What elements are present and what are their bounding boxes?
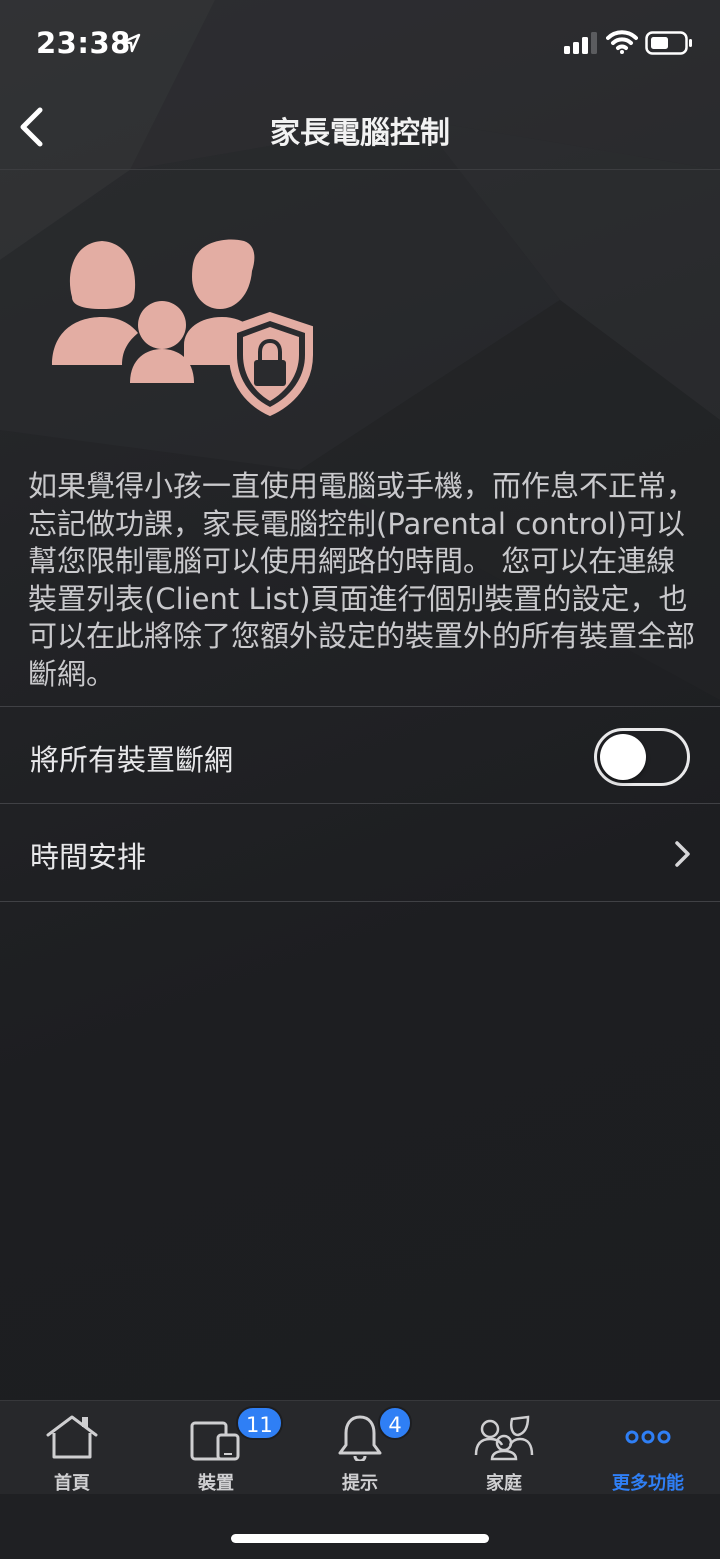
navigation-bar: 家長電腦控制 — [0, 90, 720, 170]
tab-label: 裝置 — [198, 1473, 234, 1494]
family-shield-illustration — [52, 239, 313, 417]
page-title: 家長電腦控制 — [270, 116, 450, 151]
location-arrow-icon — [121, 33, 141, 53]
tab-family[interactable]: 家庭 — [432, 1401, 576, 1495]
block-all-devices-toggle[interactable] — [594, 728, 690, 786]
tab-home[interactable]: 首頁 — [0, 1401, 144, 1495]
status-bar: 23:38 — [0, 0, 720, 90]
devices-badge: 11 — [236, 1406, 283, 1440]
tab-label: 更多功能 — [612, 1473, 684, 1494]
tab-bar: 首頁 11 裝置 4 提示 家庭 更多功能 — [0, 1400, 720, 1494]
tab-devices[interactable]: 11 裝置 — [144, 1401, 288, 1495]
tab-label: 提示 — [342, 1473, 378, 1494]
tab-label: 首頁 — [54, 1473, 90, 1494]
tab-more[interactable]: 更多功能 — [576, 1401, 720, 1495]
cellular-signal-icon — [564, 32, 597, 54]
toggle-knob — [600, 734, 646, 780]
home-indicator[interactable] — [231, 1534, 489, 1543]
schedule-label: 時間安排 — [30, 840, 147, 874]
more-icon — [625, 1430, 671, 1444]
wifi-icon — [606, 30, 638, 54]
status-time: 23:38 — [36, 26, 131, 60]
battery-icon — [645, 31, 692, 55]
schedule-row[interactable]: 時間安排 — [0, 804, 720, 901]
chevron-right-icon — [675, 841, 690, 867]
description-text: 如果覺得小孩一直使用電腦或手機，而作息不正常，忘記做功課，家長電腦控制(Pare… — [28, 469, 696, 691]
family-icon — [474, 1415, 534, 1461]
home-bar — [0, 1494, 720, 1559]
tab-alerts[interactable]: 4 提示 — [288, 1401, 432, 1495]
block-all-devices-label: 將所有裝置斷網 — [30, 743, 234, 777]
tab-label: 家庭 — [486, 1473, 522, 1494]
home-icon — [46, 1415, 98, 1459]
alerts-badge: 4 — [378, 1406, 412, 1440]
divider — [0, 901, 720, 902]
block-all-devices-row: 將所有裝置斷網 — [0, 707, 720, 804]
